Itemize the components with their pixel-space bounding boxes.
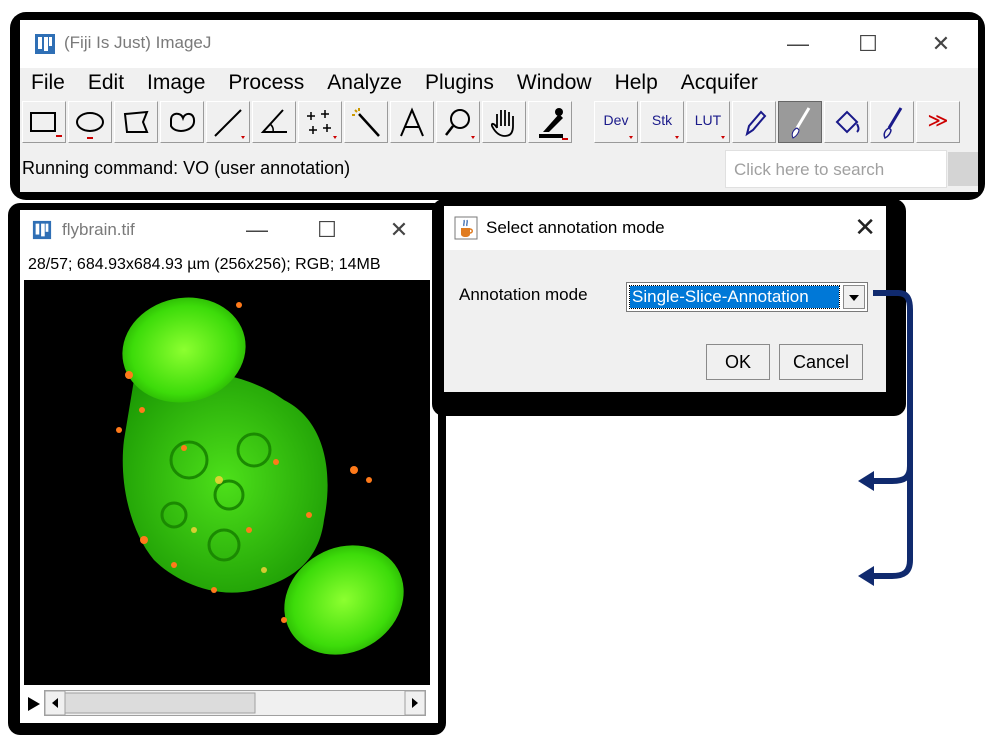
- arrowhead-icon: [858, 471, 874, 491]
- arrow-to-option-1: [872, 290, 913, 484]
- callout-arrows: [858, 290, 913, 586]
- arrowhead-icon: [858, 566, 874, 586]
